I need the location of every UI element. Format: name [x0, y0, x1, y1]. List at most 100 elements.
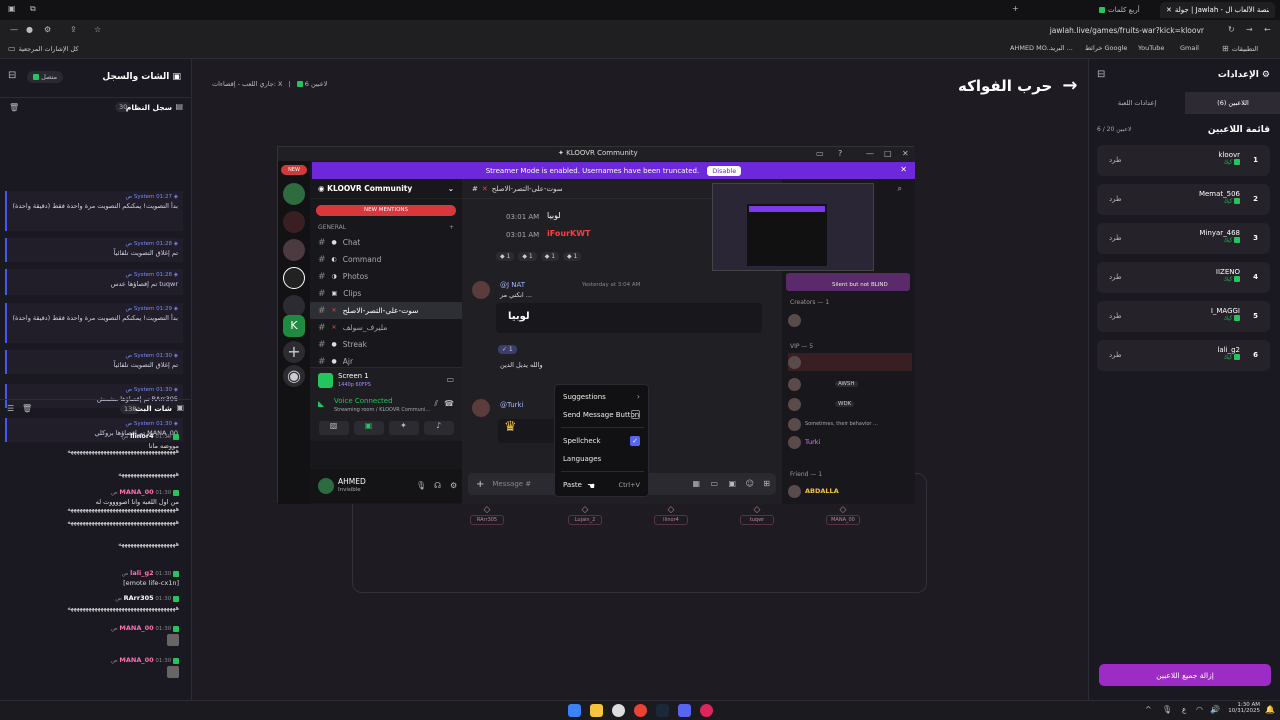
wifi-icon[interactable]: ◠ — [1196, 705, 1203, 715]
emoji-icon[interactable]: ☺ — [746, 479, 754, 489]
kick-button[interactable]: طرد — [1109, 273, 1122, 281]
new-mentions-button[interactable]: NEW MENTIONS — [316, 205, 456, 216]
server-header[interactable]: ◉ KLOOVR Community ⌄ — [310, 179, 462, 199]
channel-item[interactable]: # ◑ Photos — [310, 268, 462, 285]
channel-item[interactable]: # ▣ Clips — [310, 285, 462, 302]
menu-item-suggestions[interactable]: Suggestions — [563, 393, 606, 401]
help-icon[interactable]: ? — [838, 149, 842, 159]
kick-button[interactable]: طرد — [1109, 195, 1122, 203]
discord-icon[interactable] — [678, 704, 691, 717]
soundboard-icon[interactable]: ♪ — [423, 421, 454, 435]
bookmark-star-icon[interactable]: ☆ — [94, 25, 101, 35]
screen-icon[interactable]: ▭ — [446, 375, 454, 385]
checkbox-unchecked[interactable] — [631, 410, 640, 419]
mic-tray-icon[interactable]: 🎙 — [1162, 705, 1172, 715]
collapse-panel-icon[interactable]: ⊟ — [8, 71, 16, 81]
avatar[interactable] — [318, 478, 334, 494]
avatar[interactable] — [472, 281, 490, 299]
volume-icon[interactable]: 🔊 — [1210, 705, 1220, 715]
channel-item[interactable]: # ✕ مليرف_سولف — [310, 319, 462, 336]
chat-author[interactable]: MANA_00 — [119, 656, 153, 664]
bookmark-all[interactable]: ▭ كل الإشارات المرجعية — [8, 44, 78, 54]
minimize-icon[interactable]: — — [10, 25, 18, 35]
checkbox-checked-icon[interactable]: ✓ — [630, 436, 640, 446]
message-author[interactable]: @J NAT — [500, 281, 525, 289]
camera-off-icon[interactable]: ▨ — [318, 421, 349, 435]
bookmark-apps[interactable]: ⊞ التطبيقات — [1222, 44, 1258, 54]
settings-app-icon[interactable] — [612, 704, 625, 717]
channel-item[interactable]: # ● Chat — [310, 234, 462, 251]
reaction[interactable]: ✓ 1 — [498, 345, 517, 354]
file-explorer-icon[interactable] — [590, 704, 603, 717]
bookmark-mail[interactable]: البريد ... — [1050, 44, 1073, 52]
chat-author[interactable]: MANA_00 — [119, 488, 153, 496]
server-icon[interactable] — [283, 211, 305, 233]
app-icon[interactable] — [700, 704, 713, 717]
add-attachment-icon[interactable]: + — [476, 479, 484, 490]
kick-button[interactable]: طرد — [1109, 312, 1122, 320]
url-field[interactable]: jawlah.live/games/fruits-war?kick=kloovr — [290, 23, 1210, 38]
app-menu-icon[interactable]: ▣ — [8, 4, 16, 14]
language-indicator[interactable]: ع — [1182, 706, 1186, 714]
discover-icon[interactable]: ◉ — [283, 365, 305, 387]
reaction[interactable]: ◆ 1 — [496, 252, 515, 261]
close-icon[interactable]: ✕ — [902, 149, 909, 159]
server-icon[interactable] — [283, 295, 305, 317]
inbox-icon[interactable]: ▭ — [816, 149, 824, 159]
maximize-icon[interactable]: □ — [884, 149, 892, 159]
channel-item[interactable]: # ● Streak — [310, 336, 462, 353]
channel-item[interactable]: # ✕ سوت-على-التصر-الاصلح — [310, 302, 462, 319]
gif-icon[interactable]: ▭ — [710, 479, 718, 489]
channel-item[interactable]: # ◐ Command — [310, 251, 462, 268]
member-row[interactable]: WDK — [788, 395, 855, 413]
member-row[interactable] — [788, 311, 801, 329]
chrome-icon[interactable] — [634, 704, 647, 717]
apps-icon[interactable]: ⊞ — [763, 479, 770, 489]
chat-author[interactable]: lali_g2 — [130, 569, 154, 577]
disconnect-icon[interactable]: ☎ — [444, 399, 454, 409]
tab-active[interactable]: ✕ جولة | Jawlah - منصة الألعاب ال... — [1160, 2, 1275, 18]
add-server-icon[interactable]: + — [283, 341, 305, 363]
server-icon[interactable] — [283, 267, 305, 289]
bookmark-maps[interactable]: خرائط Google — [1085, 44, 1127, 52]
member-row[interactable]: Sometimes, their behavior ... — [788, 415, 878, 433]
kick-button[interactable]: طرد — [1109, 156, 1122, 164]
clock[interactable]: 1:30 AM 10/31/2025 — [1226, 702, 1260, 714]
chat-author[interactable]: llinor4 — [130, 432, 154, 440]
new-tab-icon[interactable]: + — [1012, 4, 1019, 14]
screen-share-active-icon[interactable]: ▣ — [353, 421, 384, 435]
profile-icon[interactable]: ● — [26, 25, 33, 35]
trash-icon[interactable]: 🗑 — [22, 404, 32, 414]
noise-icon[interactable]: ⫽ — [434, 399, 438, 409]
menu-item-spellcheck[interactable]: Spellcheck — [563, 437, 601, 445]
trash-icon[interactable]: 🗑 — [9, 103, 19, 113]
menu-item-send-button[interactable]: Send Message Button — [563, 411, 639, 419]
reaction[interactable]: ◆ 1 — [563, 252, 582, 261]
microphone-icon[interactable]: 🎙 — [416, 481, 426, 491]
menu-item-languages[interactable]: Languages — [563, 455, 601, 463]
remove-all-players-button[interactable]: إزالة جميع اللاعبين — [1099, 664, 1271, 686]
close-icon[interactable]: ✕ — [900, 165, 907, 174]
kick-button[interactable]: طرد — [1109, 234, 1122, 242]
bookmark-youtube[interactable]: YouTube — [1138, 44, 1164, 52]
highlighted-member[interactable]: Silent but not BLIND — [786, 273, 910, 291]
start-icon[interactable] — [568, 704, 581, 717]
member-row[interactable]: Turki — [788, 433, 820, 451]
member-row[interactable]: ABDALLA — [788, 482, 839, 500]
arrow-right-icon[interactable]: → — [1062, 75, 1077, 96]
gift-icon[interactable]: ▦ — [692, 479, 700, 489]
server-icon[interactable] — [283, 239, 305, 261]
avatar[interactable] — [472, 399, 490, 417]
sticker-icon[interactable]: ▣ — [728, 479, 736, 489]
activities-icon[interactable]: ✦ — [388, 421, 419, 435]
add-channel-icon[interactable]: + — [449, 224, 454, 231]
reaction[interactable]: ◆ 1 — [518, 252, 537, 261]
back-icon[interactable]: ← — [1264, 25, 1271, 35]
notification-icon[interactable]: 🔔 — [1265, 705, 1275, 715]
disable-streamer-button[interactable]: Disable — [707, 165, 742, 176]
menu-item-paste[interactable]: Paste — [563, 481, 582, 489]
stream-preview[interactable] — [712, 183, 874, 271]
forward-icon[interactable]: → — [1246, 25, 1253, 35]
chat-author[interactable]: RArr305 — [124, 594, 154, 602]
steam-icon[interactable] — [656, 704, 669, 717]
